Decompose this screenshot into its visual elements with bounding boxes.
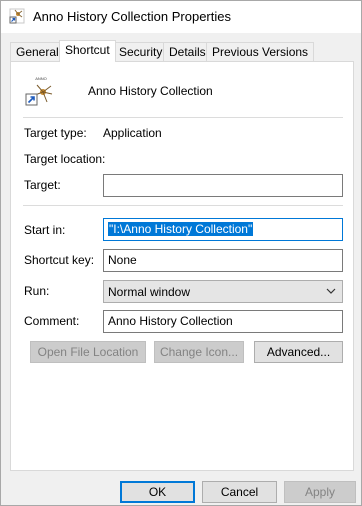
tab-shortcut[interactable]: Shortcut — [59, 40, 116, 62]
apply-button[interactable]: Apply — [284, 481, 356, 503]
app-shortcut-large-icon: ANNO — [25, 76, 53, 106]
target-field[interactable] — [103, 174, 343, 197]
button-label: Apply — [304, 485, 336, 499]
tab-label: General — [16, 45, 59, 59]
target-type-value: Application — [103, 126, 162, 140]
shortcut-tab-panel: ANNO Anno History Collection Target type… — [10, 61, 354, 471]
app-shortcut-icon — [9, 8, 25, 24]
shortcut-name: Anno History Collection — [88, 84, 213, 98]
comment-value: Anno History Collection — [108, 314, 233, 328]
tab-previous-versions[interactable]: Previous Versions — [206, 42, 315, 61]
properties-dialog: Anno History Collection Properties Gener… — [0, 0, 362, 506]
cancel-button[interactable]: Cancel — [202, 481, 277, 503]
start-in-value: "I:\Anno History Collection" — [108, 222, 254, 236]
ok-button[interactable]: OK — [120, 481, 195, 503]
run-value: Normal window — [108, 285, 191, 299]
change-icon-button[interactable]: Change Icon... — [154, 341, 244, 363]
run-dropdown[interactable]: Normal window — [103, 280, 343, 303]
target-type-label: Target type: — [24, 126, 87, 140]
title-bar[interactable]: Anno History Collection Properties — [1, 1, 361, 33]
tab-strip: General Shortcut Security Details Previo… — [10, 40, 354, 62]
tab-label: Shortcut — [65, 43, 110, 57]
start-in-label: Start in: — [24, 223, 66, 237]
shortcut-key-value: None — [108, 253, 137, 267]
shortcut-key-field[interactable]: None — [103, 249, 343, 272]
start-in-field[interactable]: "I:\Anno History Collection" — [103, 218, 343, 241]
tab-general[interactable]: General — [10, 42, 65, 61]
target-label: Target: — [24, 178, 61, 192]
open-file-location-button[interactable]: Open File Location — [30, 341, 146, 363]
svg-text:ANNO: ANNO — [35, 76, 47, 81]
button-label: Advanced... — [266, 345, 331, 359]
chevron-down-icon — [326, 288, 336, 294]
button-label: OK — [148, 485, 167, 499]
tab-label: Security — [119, 45, 163, 59]
comment-field[interactable]: Anno History Collection — [103, 310, 343, 333]
advanced-button[interactable]: Advanced... — [254, 341, 343, 363]
comment-label: Comment: — [24, 314, 80, 328]
divider — [23, 117, 343, 118]
button-label: Cancel — [220, 485, 259, 499]
button-label: Open File Location — [37, 345, 139, 359]
tab-security[interactable]: Security — [113, 42, 169, 61]
tab-label: Previous Versions — [212, 45, 309, 59]
window-title: Anno History Collection Properties — [33, 9, 231, 24]
button-label: Change Icon... — [159, 345, 239, 359]
shortcut-key-label: Shortcut key: — [24, 253, 95, 267]
divider — [23, 205, 343, 206]
tab-label: Details — [169, 45, 206, 59]
tab-details[interactable]: Details — [163, 42, 212, 61]
target-location-label: Target location: — [24, 152, 106, 166]
run-label: Run: — [24, 284, 50, 298]
